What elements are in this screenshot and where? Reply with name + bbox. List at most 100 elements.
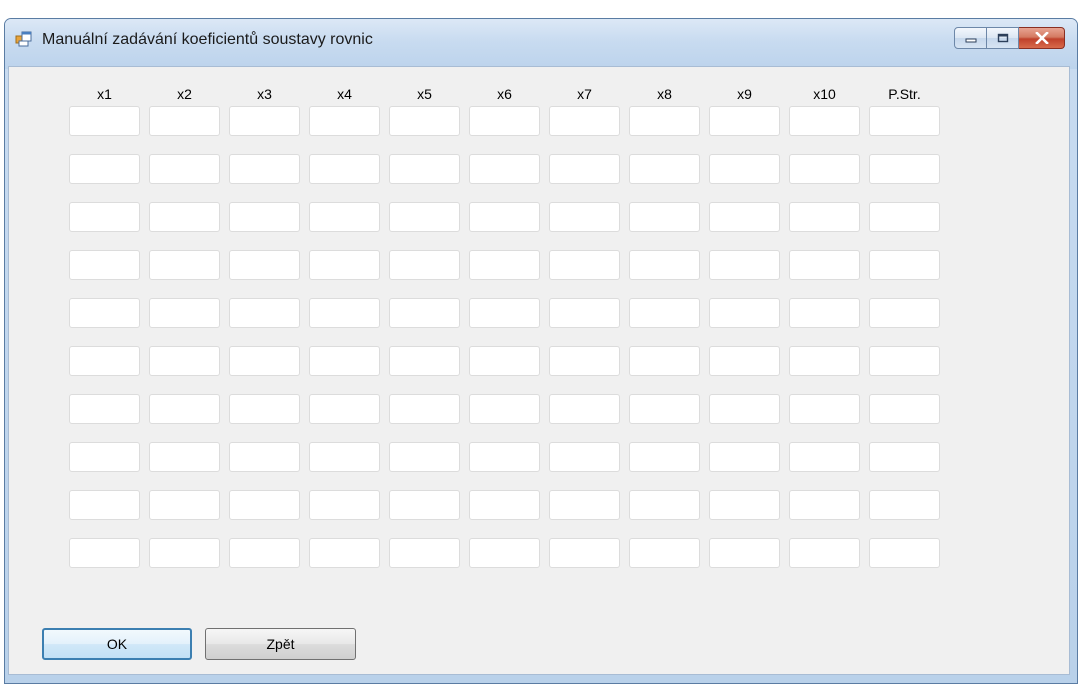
coefficient-input[interactable] (309, 298, 380, 328)
coefficient-input[interactable] (549, 250, 620, 280)
coefficient-input[interactable] (549, 394, 620, 424)
coefficient-input[interactable] (149, 490, 220, 520)
minimize-button[interactable] (954, 27, 987, 49)
coefficient-input[interactable] (869, 202, 940, 232)
coefficient-input[interactable] (789, 106, 860, 136)
coefficient-input[interactable] (709, 202, 780, 232)
coefficient-input[interactable] (309, 250, 380, 280)
coefficient-input[interactable] (549, 346, 620, 376)
coefficient-input[interactable] (229, 538, 300, 568)
coefficient-input[interactable] (389, 250, 460, 280)
coefficient-input[interactable] (69, 298, 140, 328)
coefficient-input[interactable] (149, 394, 220, 424)
coefficient-input[interactable] (549, 154, 620, 184)
coefficient-input[interactable] (709, 346, 780, 376)
coefficient-input[interactable] (149, 298, 220, 328)
coefficient-input[interactable] (469, 250, 540, 280)
coefficient-input[interactable] (229, 250, 300, 280)
coefficient-input[interactable] (469, 202, 540, 232)
coefficient-input[interactable] (869, 106, 940, 136)
coefficient-input[interactable] (389, 202, 460, 232)
coefficient-input[interactable] (549, 202, 620, 232)
coefficient-input[interactable] (69, 250, 140, 280)
coefficient-input[interactable] (229, 298, 300, 328)
coefficient-input[interactable] (389, 538, 460, 568)
coefficient-input[interactable] (549, 442, 620, 472)
coefficient-input[interactable] (69, 202, 140, 232)
close-button[interactable] (1019, 27, 1065, 49)
coefficient-input[interactable] (229, 490, 300, 520)
coefficient-input[interactable] (629, 298, 700, 328)
coefficient-input[interactable] (709, 250, 780, 280)
coefficient-input[interactable] (629, 394, 700, 424)
coefficient-input[interactable] (789, 490, 860, 520)
coefficient-input[interactable] (149, 538, 220, 568)
coefficient-input[interactable] (309, 202, 380, 232)
coefficient-input[interactable] (469, 442, 540, 472)
coefficient-input[interactable] (469, 394, 540, 424)
coefficient-input[interactable] (229, 442, 300, 472)
coefficient-input[interactable] (869, 394, 940, 424)
coefficient-input[interactable] (309, 346, 380, 376)
coefficient-input[interactable] (149, 442, 220, 472)
coefficient-input[interactable] (549, 106, 620, 136)
coefficient-input[interactable] (629, 346, 700, 376)
coefficient-input[interactable] (69, 490, 140, 520)
coefficient-input[interactable] (389, 154, 460, 184)
coefficient-input[interactable] (309, 538, 380, 568)
coefficient-input[interactable] (309, 442, 380, 472)
coefficient-input[interactable] (789, 202, 860, 232)
coefficient-input[interactable] (69, 442, 140, 472)
coefficient-input[interactable] (389, 346, 460, 376)
coefficient-input[interactable] (469, 106, 540, 136)
coefficient-input[interactable] (869, 346, 940, 376)
title-bar[interactable]: Manuální zadávání koeficientů soustavy r… (5, 19, 1077, 69)
coefficient-input[interactable] (629, 106, 700, 136)
coefficient-input[interactable] (549, 490, 620, 520)
coefficient-input[interactable] (389, 490, 460, 520)
coefficient-input[interactable] (869, 538, 940, 568)
coefficient-input[interactable] (229, 346, 300, 376)
coefficient-input[interactable] (149, 346, 220, 376)
back-button[interactable]: Zpět (205, 628, 356, 660)
coefficient-input[interactable] (789, 250, 860, 280)
coefficient-input[interactable] (69, 394, 140, 424)
coefficient-input[interactable] (629, 250, 700, 280)
coefficient-input[interactable] (69, 106, 140, 136)
coefficient-input[interactable] (149, 250, 220, 280)
coefficient-input[interactable] (149, 202, 220, 232)
coefficient-input[interactable] (709, 490, 780, 520)
coefficient-input[interactable] (869, 154, 940, 184)
coefficient-input[interactable] (869, 490, 940, 520)
coefficient-input[interactable] (869, 250, 940, 280)
coefficient-input[interactable] (149, 106, 220, 136)
coefficient-input[interactable] (709, 106, 780, 136)
coefficient-input[interactable] (229, 202, 300, 232)
coefficient-input[interactable] (709, 298, 780, 328)
coefficient-input[interactable] (629, 538, 700, 568)
coefficient-input[interactable] (629, 202, 700, 232)
coefficient-input[interactable] (69, 538, 140, 568)
coefficient-input[interactable] (709, 538, 780, 568)
coefficient-input[interactable] (469, 298, 540, 328)
coefficient-input[interactable] (789, 442, 860, 472)
coefficient-input[interactable] (789, 538, 860, 568)
coefficient-input[interactable] (229, 106, 300, 136)
coefficient-input[interactable] (389, 442, 460, 472)
coefficient-input[interactable] (789, 346, 860, 376)
coefficient-input[interactable] (629, 442, 700, 472)
coefficient-input[interactable] (69, 346, 140, 376)
coefficient-input[interactable] (229, 154, 300, 184)
coefficient-input[interactable] (309, 106, 380, 136)
coefficient-input[interactable] (309, 490, 380, 520)
coefficient-input[interactable] (869, 442, 940, 472)
coefficient-input[interactable] (869, 298, 940, 328)
coefficient-input[interactable] (789, 298, 860, 328)
coefficient-input[interactable] (149, 154, 220, 184)
coefficient-input[interactable] (389, 298, 460, 328)
ok-button[interactable]: OK (42, 628, 192, 660)
coefficient-input[interactable] (629, 154, 700, 184)
coefficient-input[interactable] (389, 394, 460, 424)
coefficient-input[interactable] (789, 394, 860, 424)
coefficient-input[interactable] (549, 538, 620, 568)
